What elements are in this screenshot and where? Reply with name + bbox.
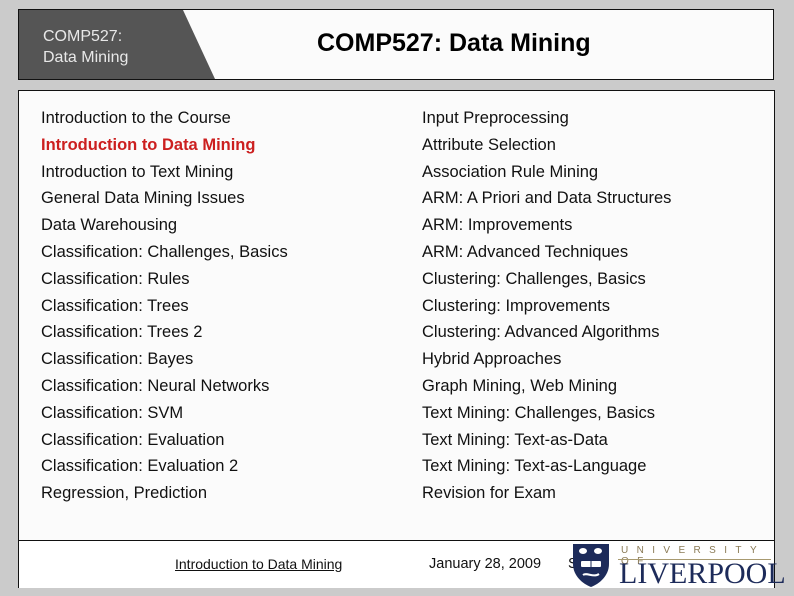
slide-title: COMP527: Data Mining [317,29,591,57]
topic-item[interactable]: Regression, Prediction [41,480,288,507]
university-crest-icon [573,544,609,587]
topic-item[interactable]: Text Mining: Challenges, Basics [422,400,671,427]
topic-list-right: Input Preprocessing Attribute Selection As… [422,105,671,507]
topic-list-left: Introduction to the Course Introduction t… [41,105,288,507]
topic-item[interactable]: Graph Mining, Web Mining [422,373,671,400]
topic-item[interactable]: Association Rule Mining [422,159,671,186]
footer-section-link[interactable]: Introduction to Data Mining [175,556,342,572]
topic-item[interactable]: Input Preprocessing [422,105,671,132]
topic-item[interactable]: Data Warehousing [41,212,288,239]
logo-liverpool: LIVERPOOL [619,557,786,590]
slide-content: Introduction to the Course Introduction t… [18,90,786,589]
header-course-name: Data Mining [43,49,129,66]
topic-item[interactable]: Classification: SVM [41,400,288,427]
topic-item[interactable]: Text Mining: Text-as-Language [422,453,671,480]
slide-header: COMP527: Data Mining COMP527: Data Minin… [18,9,774,80]
topic-item[interactable]: Clustering: Challenges, Basics [422,266,671,293]
topic-item[interactable]: Introduction to Text Mining [41,159,288,186]
slide-footer: Introduction to Data Mining January 28, … [19,540,786,589]
footer-date: January 28, 2009 [429,556,542,572]
topic-item[interactable]: ARM: A Priori and Data Structures [422,185,671,212]
header-course-code: COMP527: [43,28,123,45]
topic-item[interactable]: Classification: Bayes [41,346,288,373]
topic-item[interactable]: General Data Mining Issues [41,185,288,212]
topic-item[interactable]: Classification: Trees 2 [41,319,288,346]
topic-item[interactable]: Revision for Exam [422,480,671,507]
topic-item[interactable]: Introduction to the Course [41,105,288,132]
header-course-label: COMP527: Data Mining [43,26,128,68]
topic-item[interactable]: Classification: Evaluation 2 [41,453,288,480]
topic-item[interactable]: Attribute Selection [422,132,671,159]
topic-item[interactable]: Clustering: Advanced Algorithms [422,319,671,346]
topic-item[interactable]: Introduction to Data Mining [41,132,288,159]
topic-item[interactable]: Classification: Challenges, Basics [41,239,288,266]
topic-item[interactable]: ARM: Advanced Techniques [422,239,671,266]
topic-item[interactable]: Hybrid Approaches [422,346,671,373]
topic-item[interactable]: Clustering: Improvements [422,293,671,320]
university-logo: UNIVERSITY OF LIVERPOOL [571,542,786,589]
topic-item[interactable]: Classification: Trees [41,293,288,320]
topic-item[interactable]: Classification: Evaluation [41,427,288,454]
topic-item[interactable]: Text Mining: Text-as-Data [422,427,671,454]
topic-item[interactable]: Classification: Neural Networks [41,373,288,400]
topic-item[interactable]: Classification: Rules [41,266,288,293]
topic-item[interactable]: ARM: Improvements [422,212,671,239]
